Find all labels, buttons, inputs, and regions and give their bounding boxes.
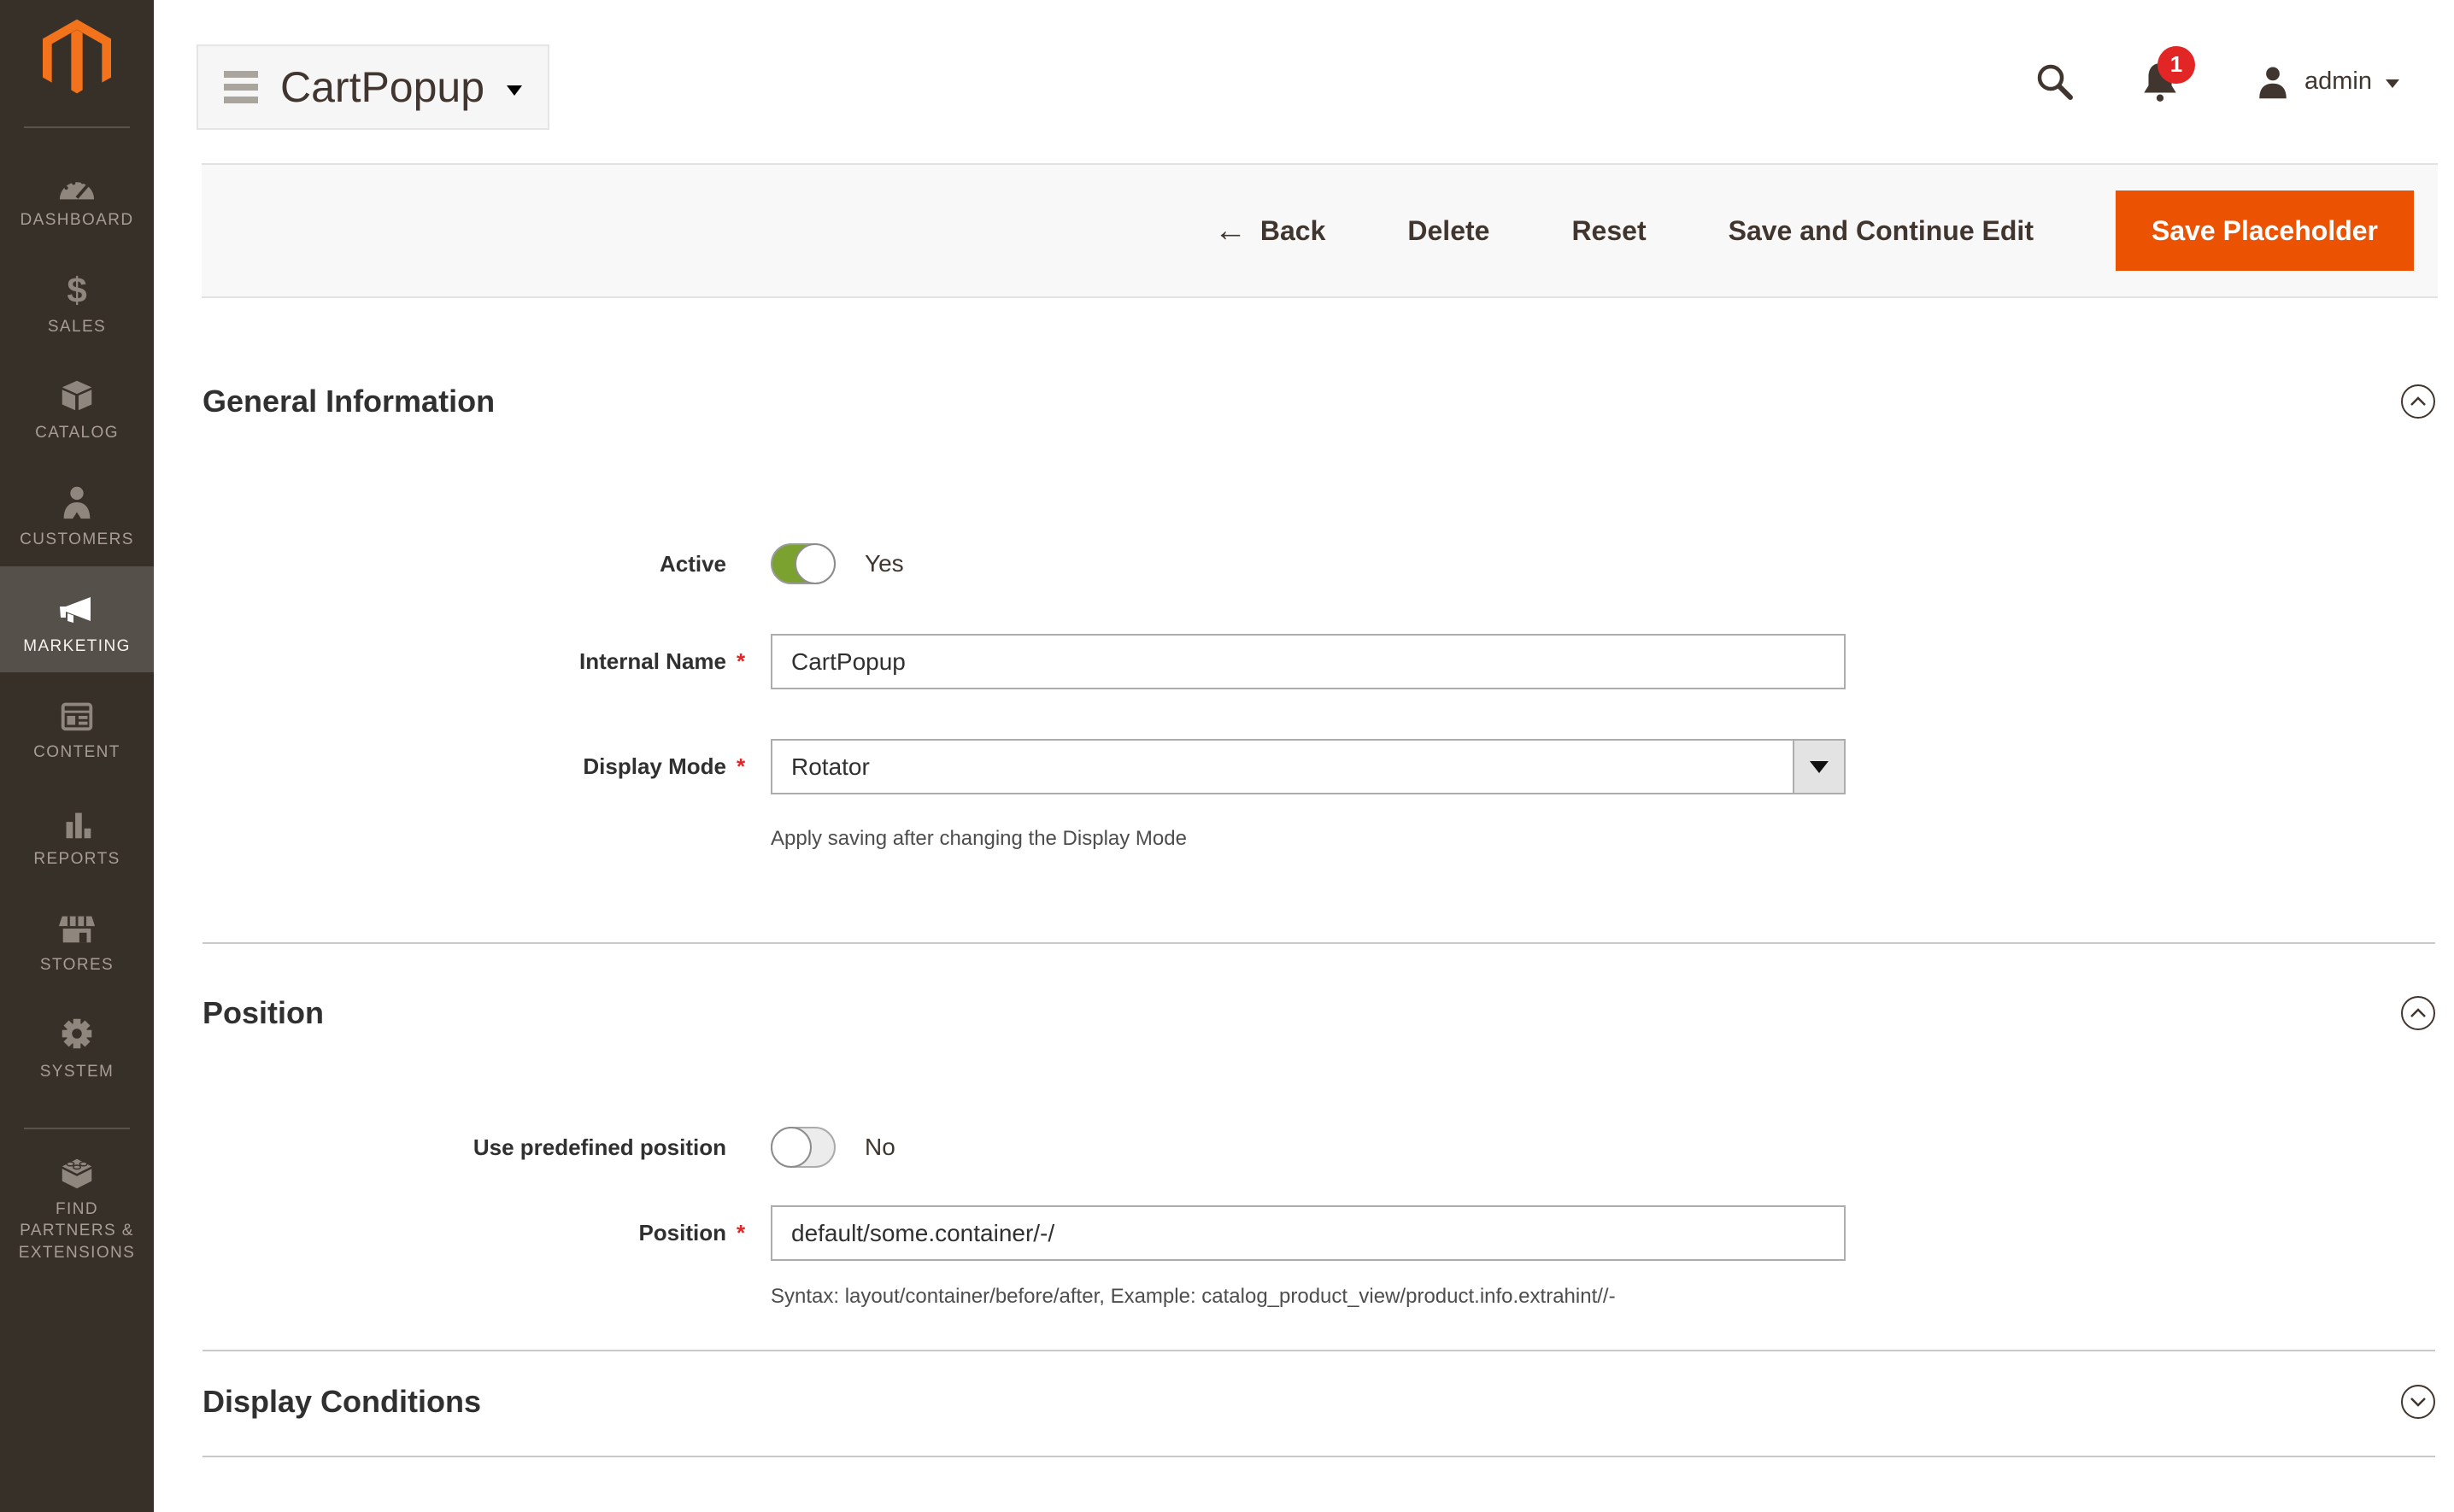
notification-badge: 1 [2158,46,2195,84]
active-row: Active * Yes [203,543,2435,584]
sidebar-item-customers[interactable]: CUSTOMERS [0,460,154,566]
section-title: Position [203,995,324,1031]
use-predefined-position-row: Use predefined position * No [203,1127,2435,1168]
customers-icon [57,480,97,521]
reset-button[interactable]: Reset [1571,215,1646,247]
system-icon [57,1012,97,1053]
sidebar-item-label: REPORTS [10,848,144,870]
reports-icon [57,800,97,841]
section-position: Position Use predefined position * [203,944,2435,1350]
chevron-down-icon [507,85,522,96]
save-and-continue-button[interactable]: Save and Continue Edit [1729,215,2034,247]
main-area: CartPopup 1 [154,0,2454,1512]
sidebar-item-label: DASHBOARD [10,209,144,231]
select-arrow-box[interactable] [1793,741,1844,793]
internal-name-label: Internal Name [579,648,726,675]
stores-icon [57,905,97,946]
internal-name-input[interactable] [771,634,1846,689]
position-input[interactable] [771,1205,1846,1261]
sidebar-item-reports[interactable]: REPORTS [0,779,154,886]
chevron-down-icon [2410,1397,2427,1407]
use-predefined-toggle-value: No [865,1134,895,1161]
required-asterisk: * [737,1220,752,1246]
page-header: CartPopup 1 [154,0,2454,163]
sidebar-item-label: CATALOG [10,422,144,444]
sidebar-item-dashboard[interactable]: DASHBOARD [0,140,154,247]
display-mode-note: Apply saving after changing the Display … [771,827,1846,851]
sidebar-item-label: STORES [10,954,144,976]
chevron-down-icon [1810,761,1829,773]
sidebar-nav: DASHBOARD $ SALES CATALOG [0,140,154,1280]
person-icon [2255,63,2291,101]
extensions-icon [57,1150,97,1191]
sidebar-item-catalog[interactable]: CATALOG [0,353,154,460]
chevron-down-icon [2386,79,2399,88]
chevron-up-icon [2410,396,2427,407]
internal-name-row: Internal Name * [203,634,2435,689]
sidebar-item-label: FIND PARTNERS & EXTENSIONS [10,1198,144,1264]
use-predefined-toggle[interactable] [771,1127,836,1168]
back-button[interactable]: ← Back [1214,213,1326,249]
admin-menu[interactable]: admin [2255,63,2399,101]
sales-icon: $ [67,267,86,308]
section-title: Display Conditions [203,1384,481,1420]
form-content: General Information Active * [203,298,2435,1457]
chevron-up-icon [2410,1008,2427,1018]
save-placeholder-button[interactable]: Save Placeholder [2116,190,2414,271]
section-divider [203,1456,2435,1457]
admin-username: admin [2304,67,2372,96]
sidebar-item-label: SALES [10,316,144,338]
sidebar: DASHBOARD $ SALES CATALOG [0,0,154,1512]
sidebar-item-find-partners[interactable]: FIND PARTNERS & EXTENSIONS [0,1129,154,1280]
dashboard-icon [57,161,97,202]
toggle-knob [795,543,836,584]
hamburger-icon [224,71,258,103]
magento-logo-icon[interactable] [43,19,111,97]
collapse-button-display-conditions[interactable] [2401,1385,2435,1419]
delete-button[interactable]: Delete [1407,215,1489,247]
sidebar-item-sales[interactable]: $ SALES [0,247,154,354]
search-icon[interactable] [2034,62,2075,103]
section-title: General Information [203,384,495,419]
sidebar-item-label: CUSTOMERS [10,529,144,551]
section-display-conditions: Display Conditions [203,1351,2435,1456]
catalog-icon [57,373,97,414]
page-title-menu[interactable]: CartPopup [197,44,549,130]
sidebar-divider [24,126,130,128]
position-label: Position [638,1220,726,1246]
required-asterisk: * [737,648,752,675]
position-note: Syntax: layout/container/before/after, E… [771,1285,1846,1309]
magento-admin-page: DASHBOARD $ SALES CATALOG [0,0,2454,1512]
sidebar-item-marketing[interactable]: MARKETING [0,566,154,673]
use-predefined-label: Use predefined position [473,1134,726,1161]
display-mode-value: Rotator [772,741,1793,793]
sidebar-item-label: CONTENT [10,741,144,764]
active-label: Active [660,551,726,577]
display-mode-label: Display Mode [583,753,726,780]
sidebar-item-stores[interactable]: STORES [0,885,154,992]
sidebar-item-system[interactable]: SYSTEM [0,992,154,1099]
arrow-left-icon: ← [1214,213,1247,249]
collapse-button-position[interactable] [2401,996,2435,1030]
sidebar-item-content[interactable]: CONTENT [0,672,154,779]
notifications-button[interactable]: 1 [2139,60,2181,104]
display-mode-row: Display Mode * Rotator Apply saving afte… [203,739,2435,851]
content-icon [57,693,97,734]
required-asterisk: * [737,753,752,780]
active-toggle-value: Yes [865,550,904,577]
active-toggle[interactable] [771,543,836,584]
display-mode-select[interactable]: Rotator [771,739,1846,794]
action-toolbar: ← Back Delete Reset Save and Continue Ed… [202,163,2438,298]
marketing-icon [56,587,97,628]
position-row: Position * Syntax: layout/container/befo… [203,1205,2435,1309]
sidebar-item-label: SYSTEM [10,1061,144,1083]
page-title: CartPopup [280,62,484,112]
section-general-information: General Information Active * [203,298,2435,942]
collapse-button-general[interactable] [2401,384,2435,419]
sidebar-item-label: MARKETING [10,636,144,658]
toggle-knob [771,1127,812,1168]
